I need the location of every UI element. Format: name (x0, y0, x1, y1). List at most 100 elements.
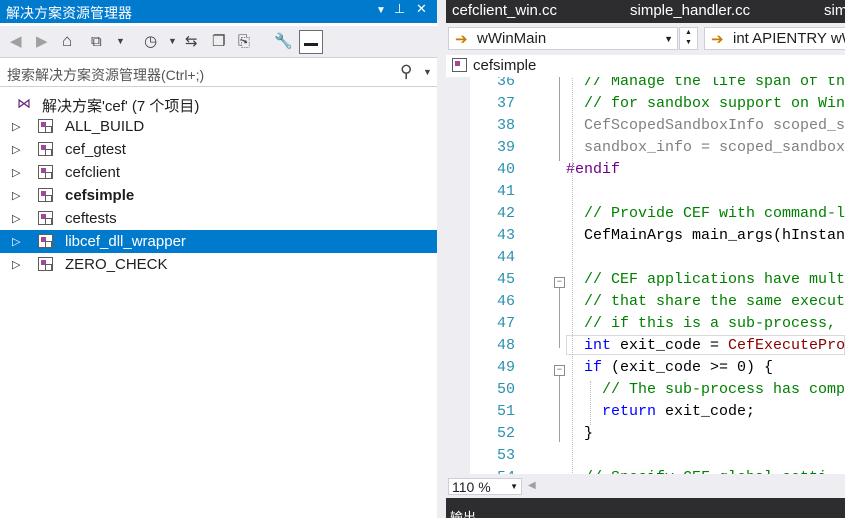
expand-arrow-icon[interactable]: ▷ (12, 212, 20, 225)
project-icon (38, 211, 53, 225)
document-tabs: cefclient_win.cc simple_handler.cc sim (446, 0, 845, 23)
project-node[interactable]: ▷ ZERO_CHECK (0, 253, 437, 276)
expand-arrow-icon[interactable]: ▷ (12, 143, 20, 156)
expand-arrow-icon[interactable]: ▷ (12, 189, 20, 202)
expand-arrow-icon[interactable]: ▷ (12, 235, 20, 248)
solution-explorer-title: 解决方案资源管理器 (6, 5, 132, 21)
solution-search-input[interactable]: 搜索解决方案资源管理器(Ctrl+;) (7, 65, 204, 85)
line-number: 38 (496, 117, 515, 134)
scroll-left-icon[interactable]: ◀ (528, 480, 536, 491)
code-editor-panel: cefclient_win.cc simple_handler.cc sim ➔… (446, 0, 845, 518)
chevron-down-icon: ▼ (510, 482, 518, 491)
line-number: 37 (496, 95, 515, 112)
solution-explorer-title-bar: 解决方案资源管理器 ▼ ⊥ ✕ (0, 0, 437, 23)
project-context-bar[interactable]: cefsimple (446, 55, 845, 78)
line-number: 49 (496, 359, 515, 376)
line-number: 36 (496, 77, 515, 90)
arrow-right-icon: ➔ (455, 31, 468, 48)
switch-views-icon[interactable]: ⧉ (91, 30, 102, 52)
project-icon (452, 58, 467, 72)
code-line: // The sub-process has comp (602, 381, 845, 398)
line-number: 42 (496, 205, 515, 222)
solution-explorer-toolbar: ◀ ▶ ⌂ ⧉ ▼ ◷ ▼ ⇆ ❐ ⎘ 🔧 (0, 26, 437, 58)
line-number: 51 (496, 403, 515, 420)
search-options-dropdown-icon[interactable]: ▼ (423, 67, 432, 77)
code-line: } (584, 425, 594, 442)
back-icon[interactable]: ◀ (10, 30, 22, 52)
project-icon (38, 257, 53, 271)
collapse-all-icon[interactable]: ❐ (212, 30, 225, 52)
member-label: int APIENTRY wW (733, 30, 845, 47)
code-line: // Manage the life span of th (584, 77, 845, 90)
sync-icon[interactable]: ⇆ (185, 30, 198, 52)
line-number: 53 (496, 447, 515, 464)
code-line: CefScopedSandboxInfo scoped_s (584, 117, 845, 134)
project-label: cefsimple (65, 187, 135, 204)
wrench-properties-icon[interactable]: 🔧 (274, 30, 293, 52)
project-icon (38, 188, 53, 202)
expand-arrow-icon[interactable]: ▷ (12, 120, 20, 133)
indent-guide (572, 77, 573, 474)
fold-region-line (559, 288, 560, 348)
line-number: 43 (496, 227, 515, 244)
pin-icon[interactable]: ⊥ (394, 1, 405, 17)
scope-dropdown[interactable]: ➔ wWinMain ▼ (448, 27, 678, 50)
code-line: // for sandbox support on Win (584, 95, 845, 112)
solution-search-box[interactable]: 搜索解决方案资源管理器(Ctrl+;) ⚲ ▼ (0, 60, 437, 87)
window-position-dropdown-icon[interactable]: ▼ (376, 5, 386, 16)
solution-label: 解决方案'cef' (7 个项目) (42, 98, 200, 115)
solution-tree: ⋈ 解决方案'cef' (7 个项目) ▷ ALL_BUILD ▷ cef_gtest… (0, 92, 437, 276)
code-line: // CEF applications have mult (584, 271, 845, 288)
tab-simple-handler[interactable]: simple_handler.cc (630, 2, 750, 19)
project-icon (38, 165, 53, 179)
forward-icon[interactable]: ▶ (36, 30, 48, 52)
tab-cefclient-win[interactable]: cefclient_win.cc (452, 2, 557, 19)
panel-splitter[interactable] (437, 0, 446, 518)
preview-selected-icon[interactable] (299, 30, 323, 54)
output-panel-label: 输出 (450, 510, 477, 518)
project-label: ZERO_CHECK (65, 256, 168, 273)
fold-toggle-icon[interactable]: − (554, 365, 565, 376)
expand-arrow-icon[interactable]: ▷ (12, 166, 20, 179)
zoom-dropdown[interactable]: 110 % ▼ (448, 478, 522, 495)
search-icon[interactable]: ⚲ (400, 62, 412, 82)
line-number: 47 (496, 315, 515, 332)
line-number: 41 (496, 183, 515, 200)
solution-icon: ⋈ (17, 95, 31, 111)
fold-toggle-icon[interactable]: − (554, 277, 565, 288)
pending-changes-icon[interactable]: ◷ (144, 30, 157, 52)
project-node[interactable]: ▷ ceftests (0, 207, 437, 230)
pending-changes-dropdown-icon[interactable]: ▼ (168, 30, 177, 52)
show-all-files-icon[interactable]: ⎘ (238, 30, 250, 52)
line-number: 39 (496, 139, 515, 156)
project-node[interactable]: ▷ cefclient (0, 161, 437, 184)
indicator-margin[interactable] (446, 77, 470, 474)
code-text-area[interactable]: 36 // Manage the life span of th 37 // for … (446, 77, 845, 474)
solution-explorer-panel: 解决方案资源管理器 ▼ ⊥ ✕ ◀ ▶ ⌂ ⧉ ▼ ◷ ▼ ⇆ ❐ ⎘ 🔧 搜索… (0, 0, 437, 518)
expand-arrow-icon[interactable]: ▷ (12, 258, 20, 271)
nav-spin-buttons[interactable]: ▲ ▼ (679, 27, 698, 50)
close-icon[interactable]: ✕ (416, 1, 427, 17)
project-node[interactable]: ▷ libcef_dll_wrapper (0, 230, 437, 253)
zoom-level: 110 % (452, 479, 491, 495)
home-icon[interactable]: ⌂ (62, 30, 72, 52)
code-line: if (exit_code >= 0) { (584, 359, 774, 376)
fold-region-line (559, 77, 560, 161)
line-number: 45 (496, 271, 515, 288)
code-line: // that share the same execut (584, 293, 845, 310)
output-panel-tab[interactable]: 输出 (446, 498, 845, 518)
chevron-down-icon: ▼ (664, 34, 673, 44)
arrow-right-icon: ➔ (711, 31, 724, 48)
project-node[interactable]: ▷ ALL_BUILD (0, 115, 437, 138)
project-node[interactable]: ▷ cefsimple (0, 184, 437, 207)
project-label: cef_gtest (65, 141, 126, 158)
tab-simple-partial[interactable]: sim (824, 2, 845, 19)
project-label: ALL_BUILD (65, 118, 145, 135)
line-number: 50 (496, 381, 515, 398)
switch-views-dropdown-icon[interactable]: ▼ (116, 30, 125, 52)
member-dropdown[interactable]: ➔ int APIENTRY wW (704, 27, 845, 50)
project-node[interactable]: ▷ cef_gtest (0, 138, 437, 161)
solution-node[interactable]: ⋈ 解决方案'cef' (7 个项目) (0, 92, 437, 115)
code-line: // if this is a sub-process, (584, 315, 837, 332)
project-icon (38, 142, 53, 156)
